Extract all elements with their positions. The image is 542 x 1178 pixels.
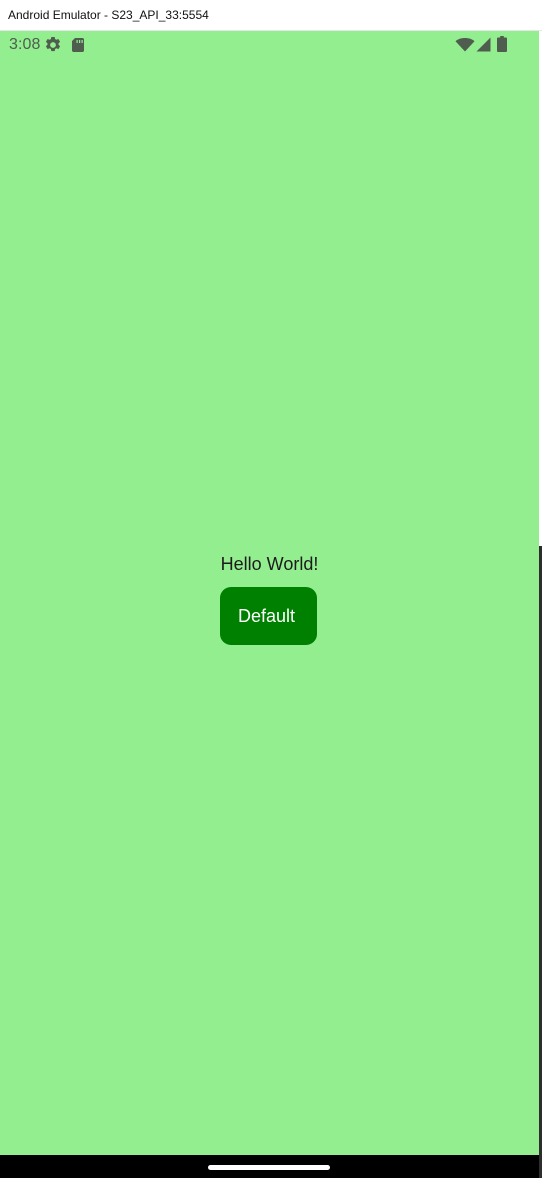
android-emulator-window: Android Emulator - S23_API_33:5554 3:08 (0, 0, 542, 1178)
status-bar: 3:08 (0, 31, 539, 59)
window-title: Android Emulator - S23_API_33:5554 (8, 8, 209, 22)
status-time: 3:08 (9, 36, 41, 53)
sd-card-icon (72, 38, 84, 52)
emulator-title-bar: Android Emulator - S23_API_33:5554 (0, 0, 542, 31)
home-gesture-handle[interactable] (208, 1165, 330, 1170)
app-screen: 3:08 Hello World! Default (0, 31, 539, 1155)
default-button[interactable]: Default (220, 587, 317, 645)
android-device-viewport: 3:08 Hello World! Default (0, 31, 539, 1178)
cellular-signal-icon (476, 37, 491, 52)
system-navigation-bar (0, 1155, 539, 1178)
wifi-icon (455, 38, 475, 52)
settings-gear-icon (45, 37, 61, 52)
hello-world-label: Hello World! (220, 554, 319, 574)
battery-icon (497, 36, 507, 52)
